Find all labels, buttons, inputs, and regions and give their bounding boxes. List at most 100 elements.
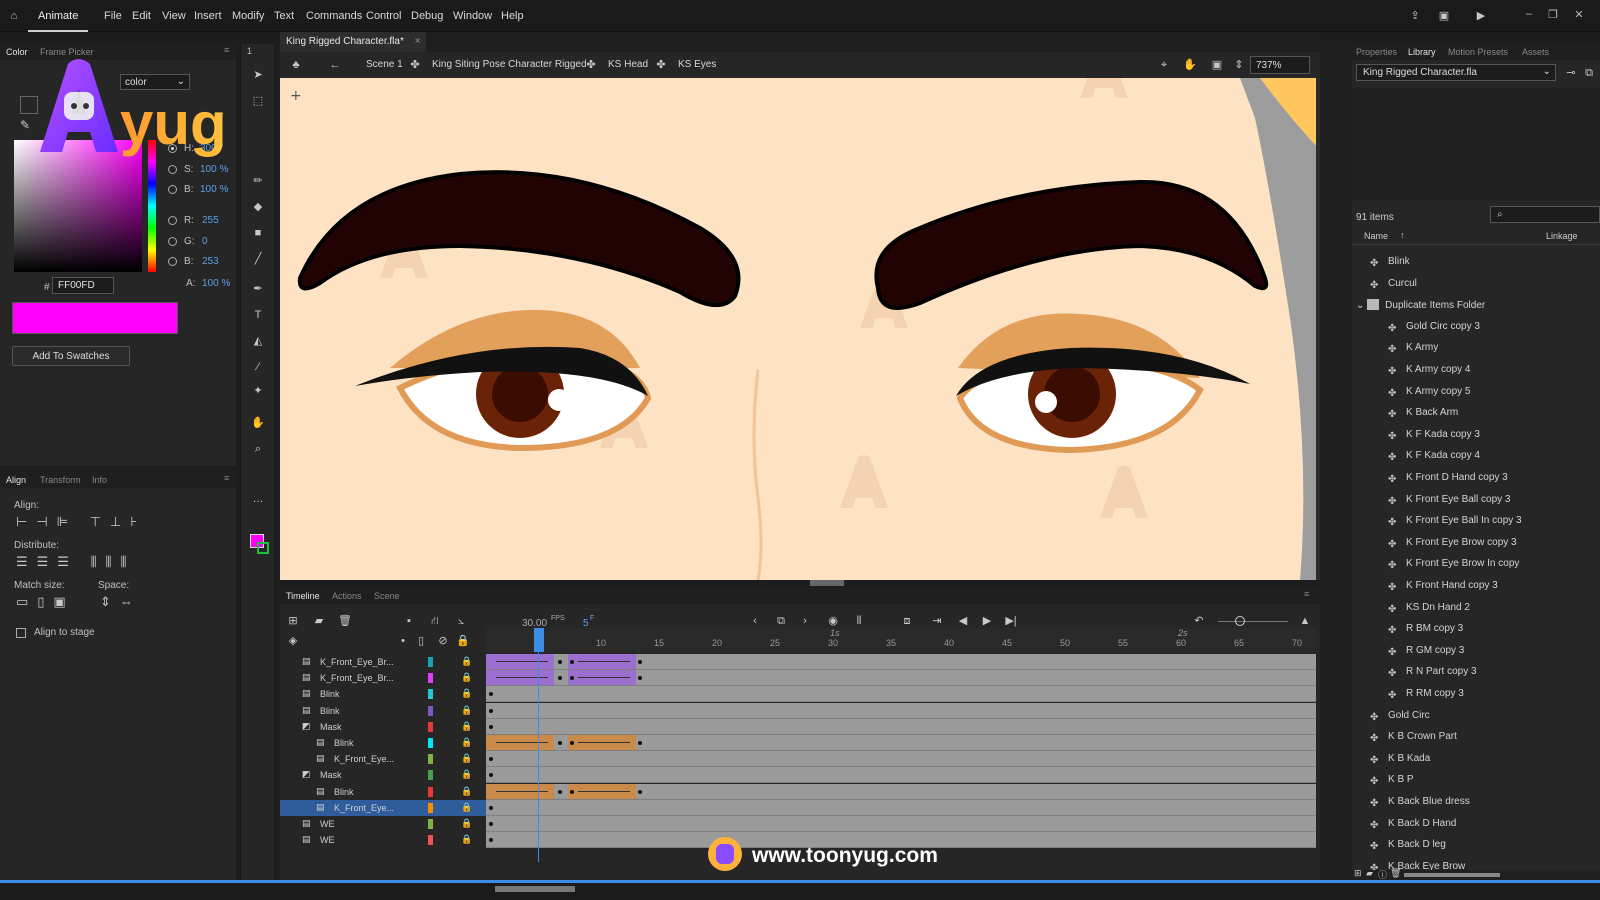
library-item[interactable]: ✤ K Front Eye Ball copy 3 bbox=[1388, 494, 1511, 515]
alpha-value[interactable]: 100 % bbox=[202, 278, 230, 289]
library-item[interactable]: ✤ K Front Eye Ball In copy 3 bbox=[1388, 515, 1522, 536]
tween-span[interactable] bbox=[568, 654, 636, 669]
library-item[interactable]: ✤ R RM copy 3 bbox=[1388, 688, 1464, 709]
pen-tool-icon[interactable]: ✒ bbox=[251, 282, 265, 296]
new-layer-icon[interactable]: ⊞ bbox=[286, 614, 300, 628]
lock-icon[interactable]: 🔒 bbox=[461, 769, 472, 780]
hand-tool-icon[interactable]: ✋ bbox=[251, 416, 265, 430]
keyframe-dot[interactable] bbox=[558, 676, 562, 681]
align-buttons[interactable]: ⊢⊣⊫ ⊤⊥⊦ bbox=[16, 514, 146, 530]
prev-keyframe-icon[interactable]: ‹ bbox=[748, 614, 762, 628]
menu-text[interactable]: Text bbox=[274, 10, 294, 22]
match-size-buttons[interactable]: ▭▯▣ bbox=[16, 594, 75, 610]
menu-debug[interactable]: Debug bbox=[411, 10, 443, 22]
frame-ruler[interactable]: 5101520253035404550556065701s2s bbox=[486, 628, 1316, 652]
g-value[interactable]: 0 bbox=[202, 236, 208, 247]
layer-color-swatch[interactable] bbox=[428, 835, 433, 846]
keyframe-dot[interactable] bbox=[489, 773, 493, 778]
new-folder-icon[interactable]: ▰ bbox=[312, 614, 326, 628]
frame-row[interactable] bbox=[486, 686, 1316, 703]
library-item[interactable]: ✤ K Army copy 4 bbox=[1388, 364, 1470, 385]
layer-row[interactable]: ▤ K_Front_Eye_Br... 🔒 bbox=[280, 654, 486, 670]
layer-row[interactable]: ▤ Blink 🔒 bbox=[280, 703, 486, 719]
pin-icon[interactable]: ⊸ bbox=[1564, 66, 1578, 80]
column-linkage[interactable]: Linkage bbox=[1546, 231, 1578, 241]
layer-color-swatch[interactable] bbox=[428, 738, 433, 748]
lock-icon[interactable]: 🔒 bbox=[461, 818, 472, 829]
library-item[interactable]: ✤ R N Part copy 3 bbox=[1388, 666, 1477, 687]
free-transform-icon[interactable]: ⬚ bbox=[251, 94, 265, 108]
keyframe-dot[interactable] bbox=[489, 805, 493, 810]
eyedropper-icon[interactable]: ⁄ bbox=[251, 360, 265, 374]
zoom-stepper-icon[interactable]: ⇕ bbox=[1232, 58, 1246, 72]
frame-size-slider[interactable] bbox=[1218, 621, 1288, 622]
breadcrumb-symbol-2[interactable]: KS Head bbox=[608, 59, 648, 70]
keyframe-dot[interactable] bbox=[489, 692, 493, 697]
r-value[interactable]: 255 bbox=[202, 215, 219, 226]
app-tab[interactable]: Animate bbox=[28, 0, 89, 32]
menu-window[interactable]: Window bbox=[453, 10, 492, 22]
library-item[interactable]: ✤ K Front D Hand copy 3 bbox=[1388, 472, 1508, 493]
layer-row[interactable]: ◩ Mask 🔒 bbox=[280, 767, 486, 783]
frame-row[interactable] bbox=[486, 767, 1316, 784]
keyframe-dot[interactable] bbox=[489, 822, 493, 826]
frame-row[interactable] bbox=[486, 702, 1316, 719]
menu-edit[interactable]: Edit bbox=[132, 10, 151, 22]
keyframe-dot[interactable] bbox=[570, 660, 574, 664]
keyframe-dot[interactable] bbox=[489, 838, 493, 843]
library-search-input[interactable]: ⌕ bbox=[1490, 206, 1600, 223]
layer-row[interactable]: ◩ Mask 🔒 bbox=[280, 719, 486, 735]
layer-color-swatch[interactable] bbox=[428, 770, 433, 781]
loop-icon[interactable]: ⧈ bbox=[900, 614, 914, 628]
lock-icon[interactable]: 🔒 bbox=[461, 802, 472, 813]
delete-layer-icon[interactable]: 🗑 bbox=[338, 614, 352, 628]
text-tool-icon[interactable]: T bbox=[251, 308, 265, 322]
lock-icon[interactable]: 🔒 bbox=[461, 737, 472, 748]
tab-properties[interactable]: Properties bbox=[1356, 47, 1397, 57]
panel-menu-icon[interactable]: ≡ bbox=[1304, 589, 1309, 599]
keyframe-dot[interactable] bbox=[638, 676, 642, 681]
b-value[interactable]: 100 % bbox=[200, 184, 228, 195]
library-item[interactable]: ✤ Gold Circ bbox=[1370, 710, 1430, 731]
layer-color-swatch[interactable] bbox=[428, 689, 433, 700]
library-item[interactable]: ✤ K Army copy 5 bbox=[1388, 386, 1470, 407]
distribute-buttons[interactable]: ☰☰☰ ⫼⫼⫼ bbox=[16, 554, 136, 570]
menu-view[interactable]: View bbox=[162, 10, 186, 22]
menu-file[interactable]: File bbox=[104, 10, 122, 22]
hex-input[interactable]: FF00FD bbox=[52, 277, 114, 294]
tab-assets[interactable]: Assets bbox=[1522, 47, 1549, 57]
rectangle-tool-icon[interactable]: ■ bbox=[251, 226, 265, 240]
tab-scene[interactable]: Scene bbox=[374, 591, 400, 601]
layer-row[interactable]: ▤ Blink 🔒 bbox=[280, 784, 486, 800]
layer-color-swatch[interactable] bbox=[428, 802, 433, 813]
frame-row[interactable] bbox=[486, 735, 1316, 751]
library-item[interactable]: ✤ K Front Eye Brow copy 3 bbox=[1388, 537, 1517, 558]
eraser-tool-icon[interactable]: ◆ bbox=[251, 200, 265, 214]
r-radio[interactable] bbox=[168, 216, 177, 225]
share-icon[interactable]: ⇪ bbox=[1408, 9, 1422, 23]
library-item[interactable]: ✤ K B P bbox=[1370, 774, 1414, 795]
menu-commands[interactable]: Commands bbox=[306, 10, 362, 22]
tween-span[interactable] bbox=[568, 670, 636, 686]
library-item[interactable]: ✤ K Back Arm bbox=[1388, 407, 1458, 428]
lock-icon[interactable]: 🔒 bbox=[461, 656, 472, 667]
close-icon[interactable]: ✕ bbox=[1572, 8, 1586, 21]
keyframe-dot[interactable] bbox=[558, 741, 562, 745]
layer-row[interactable]: ▤ Blink 🔒 bbox=[280, 735, 486, 751]
back-arrow-icon[interactable]: ← bbox=[328, 58, 342, 72]
panel-menu-icon[interactable]: ≡ bbox=[224, 473, 229, 483]
add-to-swatches-button[interactable]: Add To Swatches bbox=[12, 346, 130, 366]
playhead[interactable] bbox=[534, 628, 544, 652]
new-folder-icon[interactable]: ▰ bbox=[1366, 868, 1373, 879]
library-item[interactable]: ✤ K Front Hand copy 3 bbox=[1388, 580, 1498, 601]
tab-transform[interactable]: Transform bbox=[40, 475, 81, 485]
parent-view-icon[interactable]: ⛙ bbox=[428, 614, 442, 628]
new-symbol-icon[interactable]: ⊞ bbox=[1354, 868, 1362, 879]
step-back-icon[interactable]: ◀ bbox=[956, 614, 970, 628]
zoom-select[interactable]: 737% ⌄ bbox=[1250, 56, 1327, 74]
tween-span[interactable] bbox=[486, 654, 554, 669]
layer-row[interactable]: ▤ Blink 🔒 bbox=[280, 686, 486, 702]
layer-color-swatch[interactable] bbox=[428, 786, 433, 797]
align-to-stage-checkbox[interactable] bbox=[16, 628, 26, 638]
keyframe-dot[interactable] bbox=[489, 724, 493, 729]
